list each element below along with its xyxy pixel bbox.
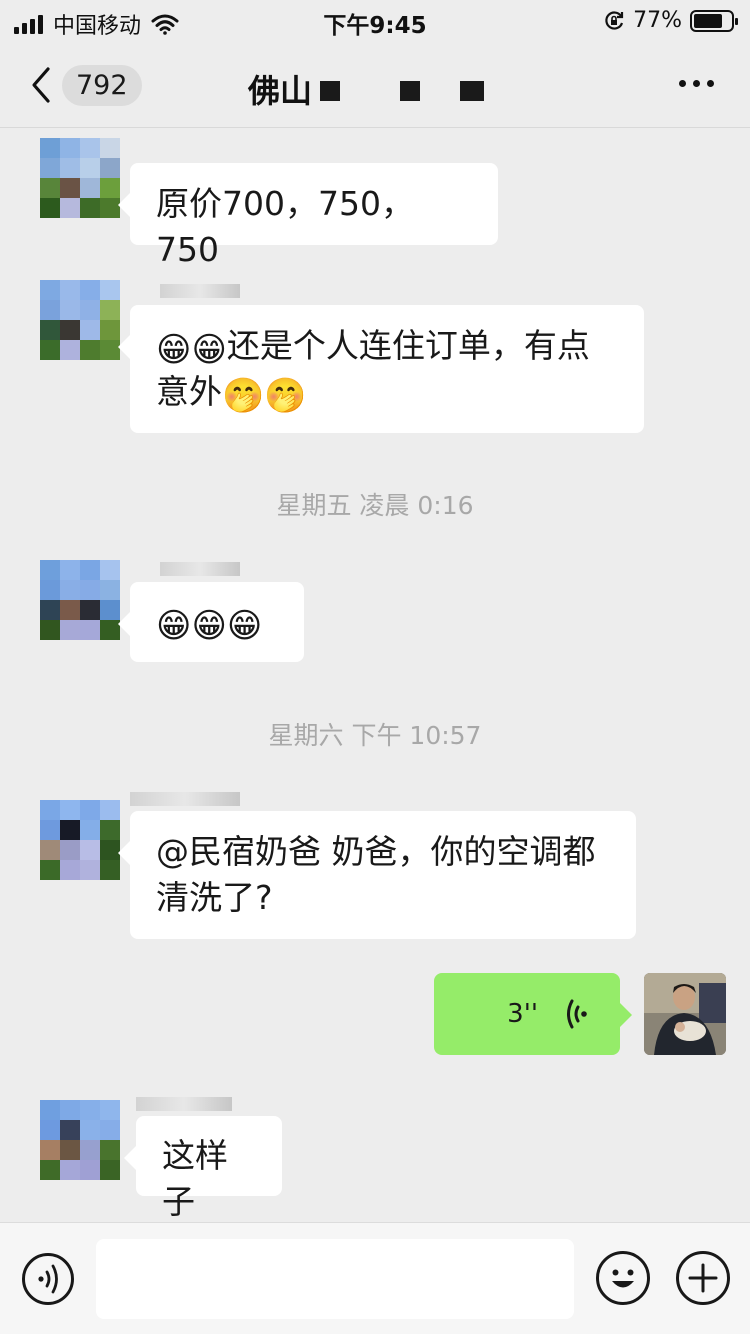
avatar[interactable] [40,1100,120,1180]
unread-count-badge: 792 [62,64,142,106]
sender-name [130,792,240,806]
more-dots-icon[interactable] [679,80,714,87]
message-bubble[interactable]: 这样子 [124,1116,282,1221]
voice-duration: 3'' [507,999,538,1029]
message-text: 这样子 [162,1136,228,1221]
hand-over-mouth-emoji-icon: 🤭🤭 [222,376,307,416]
grin-emoji-icon: 😁😁😁 [156,606,263,646]
input-bar [0,1222,750,1334]
chevron-left-icon [32,67,50,103]
timestamp: 星期五 凌晨 0:16 [276,491,474,520]
avatar[interactable] [40,560,120,640]
message-bubble[interactable]: 原价700，750，750 [118,163,498,269]
avatar[interactable] [40,280,120,360]
plus-icon[interactable] [676,1251,730,1305]
sender-name [160,284,240,298]
battery-percent: 77% [633,8,682,33]
message-bubble[interactable]: 😁😁😁 [118,582,304,662]
voice-toggle-icon[interactable] [22,1253,74,1305]
sender-name [136,1097,232,1111]
message-bubble[interactable]: @民宿奶爸 奶爸，你的空调都清洗了? [118,811,636,939]
message-text: 原价700，750，750 [156,184,414,269]
sender-name [160,562,240,576]
voice-message-bubble[interactable]: 3'' [434,973,632,1055]
emoji-icon[interactable] [596,1251,650,1305]
redaction-block [320,81,340,101]
redaction-block [400,81,420,101]
avatar[interactable] [40,138,120,218]
nav-bar: 792 佛山 [0,40,750,128]
redaction-block [460,81,484,101]
grin-emoji-icon: 😁😁 [156,330,227,370]
message-input[interactable] [96,1239,574,1319]
person-photo [644,973,726,1055]
timestamp: 星期六 下午 10:57 [268,721,482,750]
battery-fill [694,13,722,28]
message-bubble[interactable]: 😁😁还是个人连住订单，有点意外🤭🤭 [118,305,644,433]
chat-title: 佛山 [248,72,313,110]
battery-icon [690,9,738,32]
avatar[interactable] [40,800,120,880]
self-avatar[interactable] [644,973,726,1055]
voice-message-content: 3'' [434,973,620,1055]
status-right: 77% [603,8,738,33]
chat-screen: 中国移动 下午9:45 77% 792 佛山 原价700，750，750 😁😁还… [0,0,750,1334]
back-button[interactable]: 792 [28,62,148,108]
message-text: @民宿奶爸 奶爸，你的空调都清洗了? [156,832,596,917]
voice-wave-icon [567,999,587,1029]
rotation-lock-icon [605,10,624,30]
status-bar: 中国移动 下午9:45 77% [0,0,750,40]
